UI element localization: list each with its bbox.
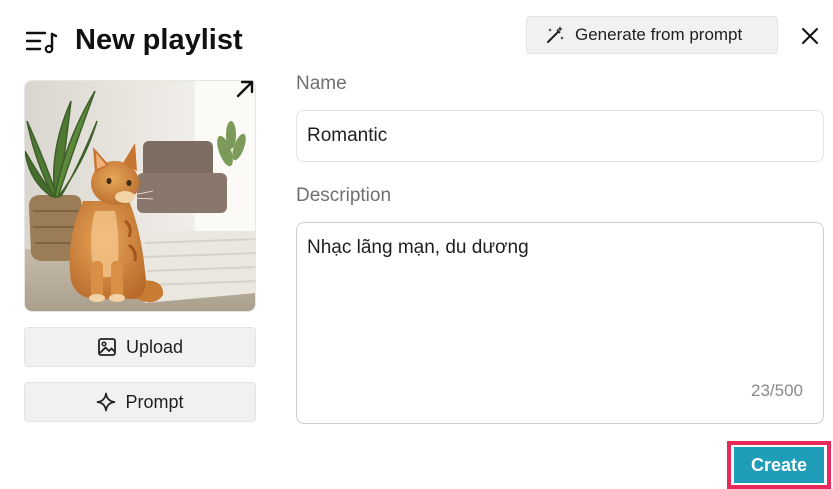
prompt-label: Prompt <box>125 391 184 412</box>
upload-button[interactable]: Upload <box>24 327 256 367</box>
close-icon <box>802 28 818 44</box>
create-button[interactable]: Create <box>734 447 824 483</box>
character-counter: 23/500 <box>751 381 803 400</box>
cat-photo <box>25 81 255 311</box>
close-button[interactable] <box>796 22 824 50</box>
generate-from-prompt-button[interactable]: Generate from prompt <box>526 16 778 54</box>
page-title: New playlist <box>75 24 243 56</box>
name-label: Name <box>296 73 347 94</box>
upload-label: Upload <box>125 336 184 357</box>
sparkle-icon <box>97 392 116 412</box>
cover-image[interactable] <box>24 80 256 312</box>
generate-from-prompt-label: Generate from prompt <box>575 25 743 44</box>
prompt-button[interactable]: Prompt <box>24 382 256 422</box>
description-field[interactable]: Nhạc lãng mạn, du dương 23/500 <box>296 222 824 424</box>
magic-wand-icon <box>547 26 564 43</box>
description-label: Description <box>296 185 392 206</box>
name-input[interactable] <box>296 110 824 162</box>
expand-arrow-icon[interactable] <box>234 78 256 100</box>
image-icon <box>98 338 116 356</box>
playlist-icon <box>26 31 58 54</box>
description-input[interactable]: Nhạc lãng mạn, du dương <box>297 223 823 373</box>
